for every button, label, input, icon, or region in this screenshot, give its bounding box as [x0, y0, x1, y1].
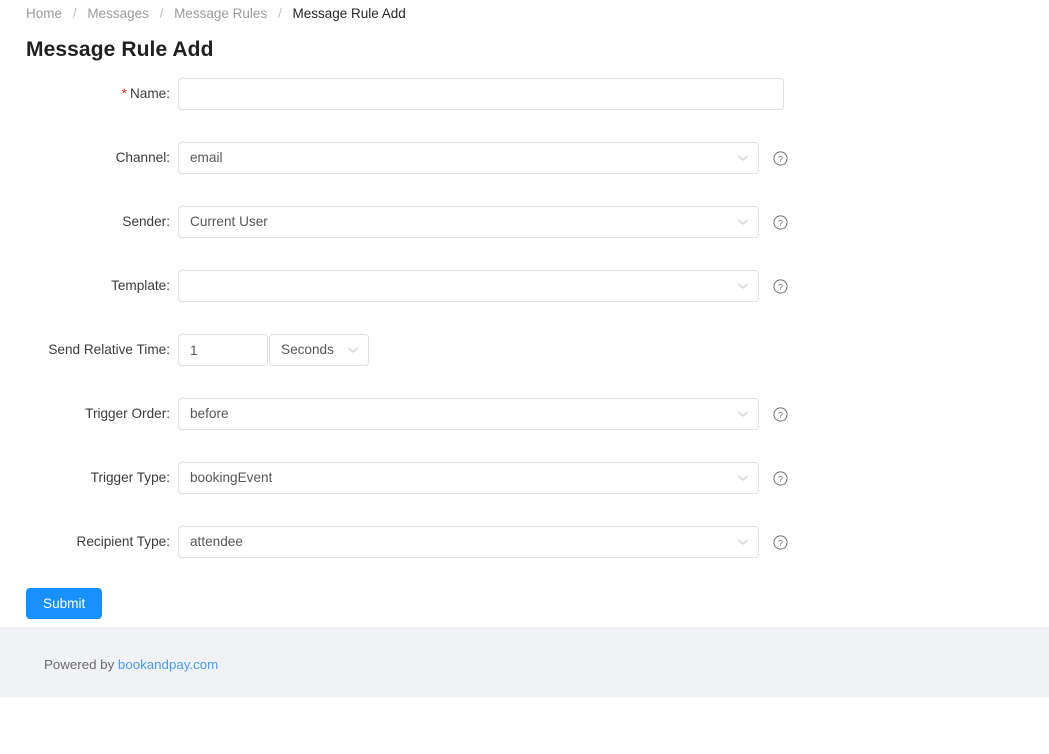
- label-send-relative-time: Send Relative Time:: [48, 342, 170, 357]
- message-rule-form: * Name: Channel: email ? Sender: Current…: [0, 78, 1049, 590]
- breadcrumb-item-current: Message Rule Add: [292, 6, 406, 21]
- chevron-down-icon: [737, 472, 749, 484]
- form-row-send-relative-time: Send Relative Time: Seconds: [0, 334, 1049, 398]
- svg-text:?: ?: [778, 153, 783, 163]
- label-trigger-order: Trigger Order:: [85, 406, 170, 421]
- svg-text:?: ?: [778, 473, 783, 483]
- chevron-down-icon: [737, 152, 749, 164]
- form-row-sender: Sender: Current User ?: [0, 206, 1049, 270]
- label-channel: Channel:: [115, 150, 170, 165]
- field-wrap-channel: email ?: [178, 142, 788, 174]
- channel-select[interactable]: email: [178, 142, 759, 174]
- page-footer: Powered by bookandpay.com: [0, 627, 1049, 697]
- label-trigger-type: Trigger Type:: [90, 470, 170, 485]
- trigger-type-select[interactable]: bookingEvent: [178, 462, 759, 494]
- field-wrap-trigger-type: bookingEvent ?: [178, 462, 788, 494]
- svg-text:?: ?: [778, 409, 783, 419]
- breadcrumb-item-message-rules[interactable]: Message Rules: [174, 6, 267, 21]
- help-icon[interactable]: ?: [773, 470, 788, 486]
- chevron-down-icon: [737, 536, 749, 548]
- sender-select-value: Current User: [190, 214, 268, 229]
- footer-prefix: Powered by: [44, 657, 118, 672]
- channel-select-value: email: [190, 150, 223, 165]
- help-icon[interactable]: ?: [773, 214, 788, 230]
- breadcrumb-separator: /: [277, 6, 282, 21]
- trigger-order-select-value: before: [190, 406, 229, 421]
- chevron-down-icon: [347, 344, 359, 356]
- breadcrumb-item-home[interactable]: Home: [26, 6, 62, 21]
- sender-select[interactable]: Current User: [178, 206, 759, 238]
- submit-button[interactable]: Submit: [26, 588, 103, 619]
- field-wrap-template: ?: [178, 270, 788, 302]
- field-wrap-sender: Current User ?: [178, 206, 788, 238]
- breadcrumb-item-messages[interactable]: Messages: [87, 6, 149, 21]
- chevron-down-icon: [737, 408, 749, 420]
- label-name-text: Name:: [129, 86, 170, 101]
- svg-text:?: ?: [778, 537, 783, 547]
- field-wrap-send-relative-time: Seconds: [178, 334, 369, 366]
- chevron-down-icon: [737, 280, 749, 292]
- label-sender: Sender:: [122, 214, 170, 229]
- label-recipient-type: Recipient Type:: [76, 534, 170, 549]
- breadcrumb-separator: /: [72, 6, 77, 21]
- trigger-order-select[interactable]: before: [178, 398, 759, 430]
- required-asterisk: *: [121, 86, 127, 101]
- field-wrap-recipient-type: attendee ?: [178, 526, 788, 558]
- message-rule-add-page: Home / Messages / Message Rules / Messag…: [0, 0, 1049, 754]
- form-row-name: * Name:: [0, 78, 1049, 142]
- relative-time-unit-select[interactable]: Seconds: [269, 334, 369, 366]
- help-icon[interactable]: ?: [773, 278, 788, 294]
- relative-time-amount-input[interactable]: [178, 334, 268, 366]
- chevron-down-icon: [737, 216, 749, 228]
- help-icon[interactable]: ?: [773, 406, 788, 422]
- recipient-type-select-value: attendee: [190, 534, 243, 549]
- svg-text:?: ?: [778, 217, 783, 227]
- relative-time-unit-value: Seconds: [281, 342, 334, 357]
- help-icon[interactable]: ?: [773, 534, 788, 550]
- form-row-recipient-type: Recipient Type: attendee ?: [0, 526, 1049, 590]
- breadcrumb: Home / Messages / Message Rules / Messag…: [26, 5, 406, 23]
- form-row-trigger-type: Trigger Type: bookingEvent ?: [0, 462, 1049, 526]
- breadcrumb-separator: /: [159, 6, 164, 21]
- help-icon[interactable]: ?: [773, 150, 788, 166]
- form-row-template: Template: ?: [0, 270, 1049, 334]
- footer-link[interactable]: bookandpay.com: [118, 657, 218, 672]
- form-row-trigger-order: Trigger Order: before ?: [0, 398, 1049, 462]
- field-wrap-trigger-order: before ?: [178, 398, 788, 430]
- form-row-channel: Channel: email ?: [0, 142, 1049, 206]
- label-name: * Name:: [0, 78, 170, 110]
- form-actions: Submit: [26, 588, 103, 619]
- field-wrap-name: [178, 78, 784, 110]
- svg-text:?: ?: [778, 281, 783, 291]
- footer-text: Powered by bookandpay.com: [44, 657, 218, 672]
- name-input[interactable]: [178, 78, 784, 110]
- template-select[interactable]: [178, 270, 759, 302]
- trigger-type-select-value: bookingEvent: [190, 470, 273, 485]
- label-template: Template:: [111, 278, 170, 293]
- page-title: Message Rule Add: [26, 38, 214, 61]
- recipient-type-select[interactable]: attendee: [178, 526, 759, 558]
